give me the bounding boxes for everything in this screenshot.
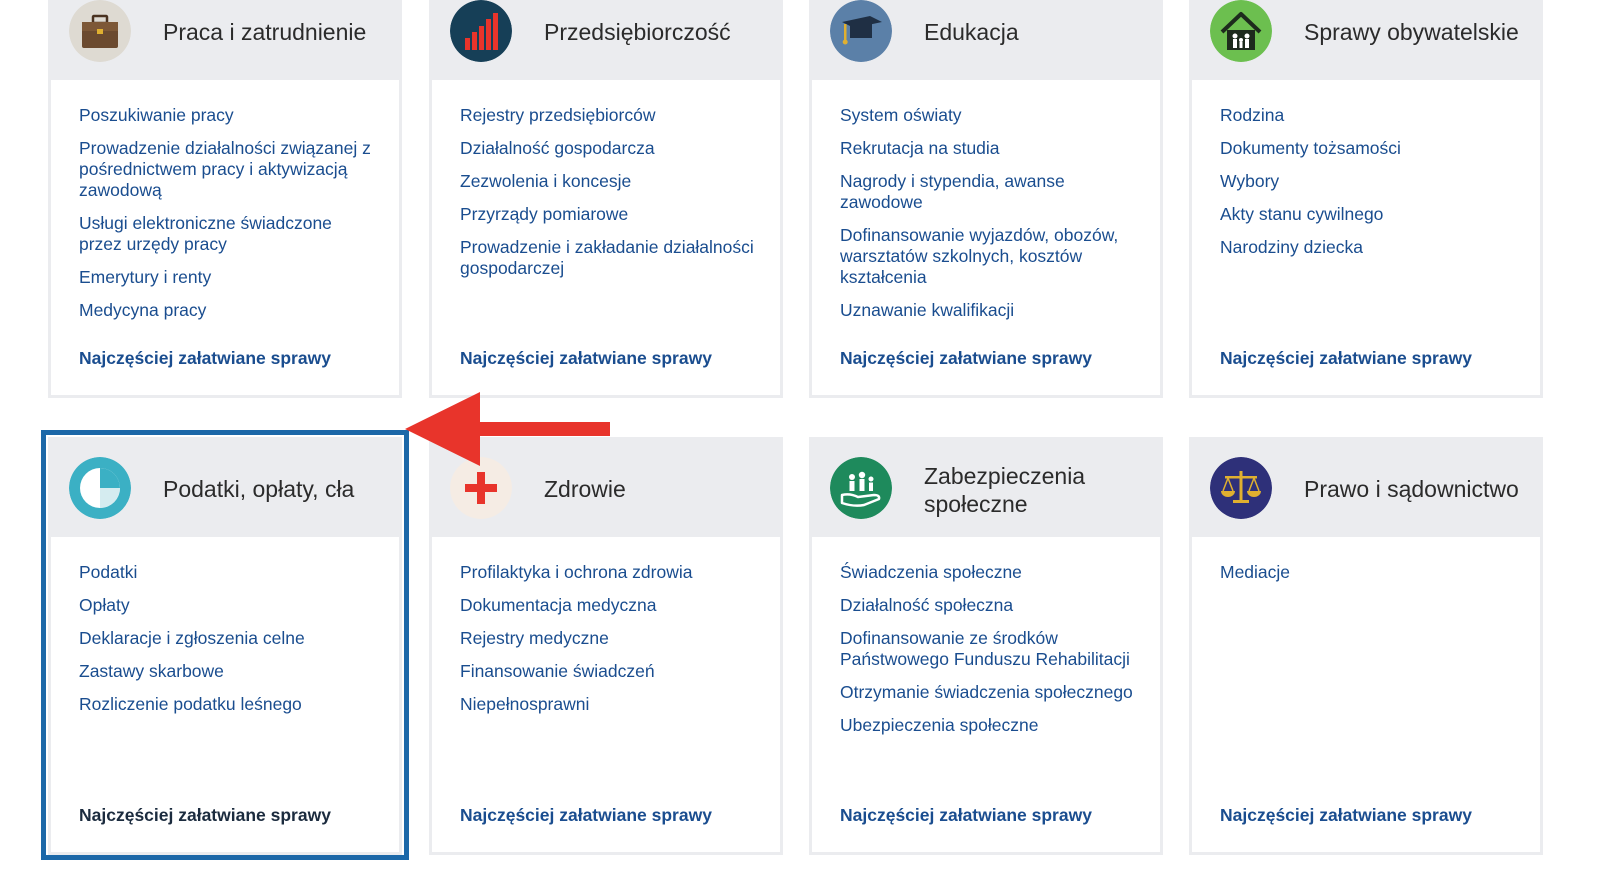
card-header[interactable]: Sprawy obywatelskie: [1192, 0, 1540, 80]
link-list: Rodzina Dokumenty tożsamości Wybory Akty…: [1192, 80, 1540, 258]
category-card-zdrowie: Zdrowie Profilaktyka i ochrona zdrowia D…: [429, 437, 783, 855]
category-link[interactable]: Medycyna pracy: [79, 300, 379, 321]
frequent-matters-link[interactable]: Najczęściej załatwiane sprawy: [840, 348, 1092, 369]
link-list: Mediacje: [1192, 537, 1540, 583]
category-link[interactable]: Przyrządy pomiarowe: [460, 204, 760, 225]
card-header[interactable]: Edukacja: [812, 0, 1160, 80]
card-header[interactable]: Prawo i sądownictwo: [1192, 437, 1540, 537]
card-title[interactable]: Przedsiębiorczość: [544, 18, 770, 46]
frequent-matters-link[interactable]: Najczęściej załatwiane sprawy: [1220, 348, 1472, 369]
card-header[interactable]: Zabezpieczenia społeczne: [812, 437, 1160, 537]
category-card-edukacja: Edukacja System oświaty Rekrutacja na st…: [809, 0, 1163, 398]
link-list: Poszukiwanie pracy Prowadzenie działalno…: [51, 80, 399, 321]
bar-chart-icon: [450, 0, 512, 62]
category-link[interactable]: Poszukiwanie pracy: [79, 105, 379, 126]
category-link[interactable]: Niepełnosprawni: [460, 694, 760, 715]
category-link[interactable]: Ubezpieczenia społeczne: [840, 715, 1140, 736]
card-header[interactable]: Praca i zatrudnienie: [51, 0, 399, 80]
card-title[interactable]: Edukacja: [924, 18, 1150, 46]
frequent-matters-link[interactable]: Najczęściej załatwiane sprawy: [79, 348, 331, 369]
link-list: System oświaty Rekrutacja na studia Nagr…: [812, 80, 1160, 321]
category-link[interactable]: Emerytury i renty: [79, 267, 379, 288]
category-link[interactable]: Dofinansowanie wyjazdów, obozów, warszta…: [840, 225, 1140, 288]
link-list: Profilaktyka i ochrona zdrowia Dokumenta…: [432, 537, 780, 715]
scales-icon: [1210, 457, 1272, 519]
hand-people-icon: [830, 457, 892, 519]
category-link[interactable]: Rejestry medyczne: [460, 628, 760, 649]
category-link[interactable]: Rozliczenie podatku leśnego: [79, 694, 379, 715]
link-list: Świadczenia społeczne Działalność społec…: [812, 537, 1160, 736]
category-link[interactable]: Dokumenty tożsamości: [1220, 138, 1520, 159]
frequent-matters-link[interactable]: Najczęściej załatwiane sprawy: [460, 348, 712, 369]
category-link[interactable]: Deklaracje i zgłoszenia celne: [79, 628, 379, 649]
category-link[interactable]: Dokumentacja medyczna: [460, 595, 760, 616]
category-link[interactable]: Zezwolenia i koncesje: [460, 171, 760, 192]
pie-chart-icon: [69, 457, 131, 519]
red-arrow-icon: [405, 392, 610, 466]
category-card-zabezpieczenia: Zabezpieczenia społeczne Świadczenia spo…: [809, 437, 1163, 855]
category-card-przedsiebiorczosc: Przedsiębiorczość Rejestry przedsiębiorc…: [429, 0, 783, 398]
category-link[interactable]: Świadczenia społeczne: [840, 562, 1140, 583]
graduation-cap-icon: [830, 0, 892, 62]
category-card-prawo: Prawo i sądownictwo Mediacje Najczęściej…: [1189, 437, 1543, 855]
category-link[interactable]: Rejestry przedsiębiorców: [460, 105, 760, 126]
card-header[interactable]: Podatki, opłaty, cła: [51, 437, 399, 537]
card-title[interactable]: Praca i zatrudnienie: [163, 18, 389, 46]
category-link[interactable]: Działalność społeczna: [840, 595, 1140, 616]
category-link[interactable]: Nagrody i stypendia, awanse zawodowe: [840, 171, 1140, 213]
category-link[interactable]: Działalność gospodarcza: [460, 138, 760, 159]
category-link[interactable]: Finansowanie świadczeń: [460, 661, 760, 682]
medical-cross-icon: [450, 457, 512, 519]
frequent-matters-link[interactable]: Najczęściej załatwiane sprawy: [840, 805, 1092, 826]
card-title[interactable]: Sprawy obywatelskie: [1304, 18, 1530, 46]
frequent-matters-link[interactable]: Najczęściej załatwiane sprawy: [1220, 805, 1472, 826]
card-title[interactable]: Prawo i sądownictwo: [1304, 475, 1530, 503]
card-title[interactable]: Zabezpieczenia społeczne: [924, 462, 1150, 518]
category-link[interactable]: Opłaty: [79, 595, 379, 616]
category-link[interactable]: Rodzina: [1220, 105, 1520, 126]
category-link[interactable]: Profilaktyka i ochrona zdrowia: [460, 562, 760, 583]
category-card-praca: Praca i zatrudnienie Poszukiwanie pracy …: [48, 0, 402, 398]
card-header[interactable]: Przedsiębiorczość: [432, 0, 780, 80]
category-link[interactable]: Usługi elektroniczne świadczone przez ur…: [79, 213, 379, 255]
category-link[interactable]: Podatki: [79, 562, 379, 583]
category-link[interactable]: Otrzymanie świadczenia społecznego: [840, 682, 1140, 703]
card-title[interactable]: Podatki, opłaty, cła: [163, 475, 389, 503]
category-link[interactable]: System oświaty: [840, 105, 1140, 126]
category-card-podatki: Podatki, opłaty, cła Podatki Opłaty Dekl…: [48, 437, 402, 855]
category-card-sprawy-obywatelskie: Sprawy obywatelskie Rodzina Dokumenty to…: [1189, 0, 1543, 398]
category-link[interactable]: Narodziny dziecka: [1220, 237, 1520, 258]
category-link[interactable]: Wybory: [1220, 171, 1520, 192]
category-link[interactable]: Rekrutacja na studia: [840, 138, 1140, 159]
category-link[interactable]: Mediacje: [1220, 562, 1520, 583]
category-link[interactable]: Uznawanie kwalifikacji: [840, 300, 1140, 321]
frequent-matters-link[interactable]: Najczęściej załatwiane sprawy: [460, 805, 712, 826]
category-link[interactable]: Prowadzenie i zakładanie działalności go…: [460, 237, 760, 279]
family-house-icon: [1210, 0, 1272, 62]
link-list: Podatki Opłaty Deklaracje i zgłoszenia c…: [51, 537, 399, 715]
category-link[interactable]: Prowadzenie działalności związanej z poś…: [79, 138, 379, 201]
briefcase-icon: [69, 0, 131, 62]
category-link[interactable]: Dofinansowanie ze środków Państwowego Fu…: [840, 628, 1140, 670]
frequent-matters-link[interactable]: Najczęściej załatwiane sprawy: [79, 805, 331, 826]
category-link[interactable]: Akty stanu cywilnego: [1220, 204, 1520, 225]
category-link[interactable]: Zastawy skarbowe: [79, 661, 379, 682]
link-list: Rejestry przedsiębiorców Działalność gos…: [432, 80, 780, 279]
card-title[interactable]: Zdrowie: [544, 475, 770, 503]
